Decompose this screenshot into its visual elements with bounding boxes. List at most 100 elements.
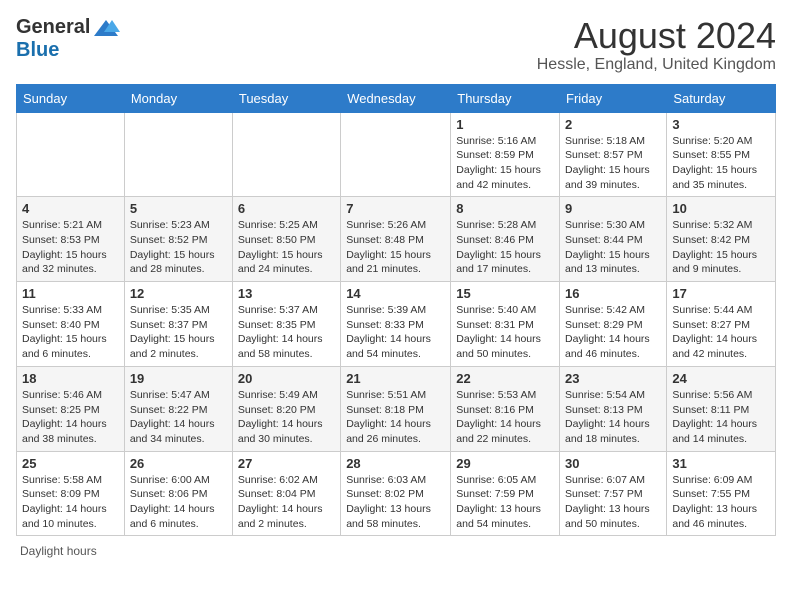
day-number: 3	[672, 117, 770, 132]
calendar-cell: 10Sunrise: 5:32 AM Sunset: 8:42 PM Dayli…	[667, 197, 776, 282]
day-number: 22	[456, 371, 554, 386]
day-info: Sunrise: 5:53 AM Sunset: 8:16 PM Dayligh…	[456, 388, 554, 447]
calendar-cell: 4Sunrise: 5:21 AM Sunset: 8:53 PM Daylig…	[17, 197, 125, 282]
calendar-cell: 13 Sunrise: 5:37 AM Sunset: 8:35 PM Dayli…	[232, 282, 340, 367]
day-number: 6	[238, 201, 335, 216]
day-number: 9	[565, 201, 661, 216]
day-number: 25	[22, 456, 119, 471]
calendar-cell: 20Sunrise: 5:49 AM Sunset: 8:20 PM Dayli…	[232, 366, 340, 451]
calendar-cell: 26Sunrise: 6:00 AM Sunset: 8:06 PM Dayli…	[124, 451, 232, 536]
weekday-header-monday: Monday	[124, 84, 232, 112]
calendar-cell: 27 Sunrise: 6:02 AM Sunset: 8:04 PM Dayli…	[232, 451, 340, 536]
calendar-cell: 15Sunrise: 5:40 AM Sunset: 8:31 PM Dayli…	[451, 282, 560, 367]
calendar-cell: 11Sunrise: 5:33 AM Sunset: 8:40 PM Dayli…	[17, 282, 125, 367]
calendar-cell: 5Sunrise: 5:23 AM Sunset: 8:52 PM Daylig…	[124, 197, 232, 282]
weekday-header-thursday: Thursday	[451, 84, 560, 112]
day-number: 27	[238, 456, 335, 471]
day-number: 28	[346, 456, 445, 471]
calendar-cell: 24 Sunrise: 5:56 AM Sunset: 8:11 PM Dayli…	[667, 366, 776, 451]
calendar-cell: 2Sunrise: 5:18 AM Sunset: 8:57 PM Daylig…	[560, 112, 667, 197]
header: General Blue August 2024 Hessle, England…	[16, 16, 776, 74]
calendar-cell: 17Sunrise: 5:44 AM Sunset: 8:27 PM Dayli…	[667, 282, 776, 367]
calendar-cell	[341, 112, 451, 197]
calendar-cell: 22 Sunrise: 5:53 AM Sunset: 8:16 PM Dayli…	[451, 366, 560, 451]
day-info: Sunrise: 5:40 AM Sunset: 8:31 PM Dayligh…	[456, 303, 554, 362]
day-info: Sunrise: 6:07 AM Sunset: 7:57 PM Dayligh…	[565, 473, 661, 532]
day-info: Sunrise: 5:26 AM Sunset: 8:48 PM Dayligh…	[346, 218, 445, 277]
calendar-cell: 19Sunrise: 5:47 AM Sunset: 8:22 PM Dayli…	[124, 366, 232, 451]
weekday-header-sunday: Sunday	[17, 84, 125, 112]
calendar-cell: 16 Sunrise: 5:42 AM Sunset: 8:29 PM Dayli…	[560, 282, 667, 367]
day-number: 18	[22, 371, 119, 386]
calendar-cell: 6 Sunrise: 5:25 AM Sunset: 8:50 PM Daylig…	[232, 197, 340, 282]
day-number: 17	[672, 286, 770, 301]
day-info: Sunrise: 5:58 AM Sunset: 8:09 PM Dayligh…	[22, 473, 119, 532]
day-info: Sunrise: 5:56 AM Sunset: 8:11 PM Dayligh…	[672, 388, 770, 447]
day-number: 13	[238, 286, 335, 301]
day-info: Sunrise: 5:37 AM Sunset: 8:35 PM Dayligh…	[238, 303, 335, 362]
day-number: 29	[456, 456, 554, 471]
month-year-heading: August 2024	[537, 16, 776, 56]
day-info: Sunrise: 5:30 AM Sunset: 8:44 PM Dayligh…	[565, 218, 661, 277]
day-info: Sunrise: 6:09 AM Sunset: 7:55 PM Dayligh…	[672, 473, 770, 532]
day-number: 30	[565, 456, 661, 471]
calendar-cell: 18 Sunrise: 5:46 AM Sunset: 8:25 PM Dayli…	[17, 366, 125, 451]
day-info: Sunrise: 5:46 AM Sunset: 8:25 PM Dayligh…	[22, 388, 119, 447]
day-number: 23	[565, 371, 661, 386]
day-info: Sunrise: 5:25 AM Sunset: 8:50 PM Dayligh…	[238, 218, 335, 277]
day-number: 8	[456, 201, 554, 216]
calendar-cell: 12Sunrise: 5:35 AM Sunset: 8:37 PM Dayli…	[124, 282, 232, 367]
day-info: Sunrise: 5:42 AM Sunset: 8:29 PM Dayligh…	[565, 303, 661, 362]
day-number: 5	[130, 201, 227, 216]
calendar-cell: 29 Sunrise: 6:05 AM Sunset: 7:59 PM Dayli…	[451, 451, 560, 536]
weekday-header-tuesday: Tuesday	[232, 84, 340, 112]
weekday-header-wednesday: Wednesday	[341, 84, 451, 112]
calendar-cell: 21Sunrise: 5:51 AM Sunset: 8:18 PM Dayli…	[341, 366, 451, 451]
calendar-cell: 23Sunrise: 5:54 AM Sunset: 8:13 PM Dayli…	[560, 366, 667, 451]
calendar-cell: 30 Sunrise: 6:07 AM Sunset: 7:57 PM Dayli…	[560, 451, 667, 536]
daylight-hours-label: Daylight hours	[20, 544, 97, 558]
day-info: Sunrise: 5:28 AM Sunset: 8:46 PM Dayligh…	[456, 218, 554, 277]
day-info: Sunrise: 5:21 AM Sunset: 8:53 PM Dayligh…	[22, 218, 119, 277]
day-number: 24	[672, 371, 770, 386]
weekday-header-saturday: Saturday	[667, 84, 776, 112]
day-info: Sunrise: 6:02 AM Sunset: 8:04 PM Dayligh…	[238, 473, 335, 532]
logo: General Blue	[16, 16, 120, 62]
calendar-cell: 31Sunrise: 6:09 AM Sunset: 7:55 PM Dayli…	[667, 451, 776, 536]
day-number: 19	[130, 371, 227, 386]
day-info: Sunrise: 5:16 AM Sunset: 8:59 PM Dayligh…	[456, 134, 554, 193]
calendar-cell: 8 Sunrise: 5:28 AM Sunset: 8:46 PM Daylig…	[451, 197, 560, 282]
day-number: 11	[22, 286, 119, 301]
calendar-cell	[17, 112, 125, 197]
day-info: Sunrise: 5:20 AM Sunset: 8:55 PM Dayligh…	[672, 134, 770, 193]
day-number: 16	[565, 286, 661, 301]
day-info: Sunrise: 5:39 AM Sunset: 8:33 PM Dayligh…	[346, 303, 445, 362]
calendar-cell: 14 Sunrise: 5:39 AM Sunset: 8:33 PM Dayli…	[341, 282, 451, 367]
day-info: Sunrise: 5:51 AM Sunset: 8:18 PM Dayligh…	[346, 388, 445, 447]
calendar-cell: 28Sunrise: 6:03 AM Sunset: 8:02 PM Dayli…	[341, 451, 451, 536]
calendar-cell: 1 Sunrise: 5:16 AM Sunset: 8:59 PM Daylig…	[451, 112, 560, 197]
day-number: 12	[130, 286, 227, 301]
calendar-cell: 7 Sunrise: 5:26 AM Sunset: 8:48 PM Daylig…	[341, 197, 451, 282]
weekday-header-friday: Friday	[560, 84, 667, 112]
calendar-cell	[232, 112, 340, 197]
day-info: Sunrise: 5:49 AM Sunset: 8:20 PM Dayligh…	[238, 388, 335, 447]
day-number: 26	[130, 456, 227, 471]
day-number: 10	[672, 201, 770, 216]
week-row-2: 4Sunrise: 5:21 AM Sunset: 8:53 PM Daylig…	[17, 197, 776, 282]
logo-blue-text: Blue	[16, 39, 59, 61]
day-number: 7	[346, 201, 445, 216]
week-row-4: 18 Sunrise: 5:46 AM Sunset: 8:25 PM Dayli…	[17, 366, 776, 451]
week-row-1: 1 Sunrise: 5:16 AM Sunset: 8:59 PM Daylig…	[17, 112, 776, 197]
week-row-3: 11Sunrise: 5:33 AM Sunset: 8:40 PM Dayli…	[17, 282, 776, 367]
day-number: 1	[456, 117, 554, 132]
day-info: Sunrise: 5:18 AM Sunset: 8:57 PM Dayligh…	[565, 134, 661, 193]
logo-icon	[92, 18, 120, 38]
day-number: 14	[346, 286, 445, 301]
weekday-header-row: SundayMondayTuesdayWednesdayThursdayFrid…	[17, 84, 776, 112]
calendar-cell: 9 Sunrise: 5:30 AM Sunset: 8:44 PM Daylig…	[560, 197, 667, 282]
calendar-cell: 3 Sunrise: 5:20 AM Sunset: 8:55 PM Daylig…	[667, 112, 776, 197]
logo-general-text: General	[16, 16, 90, 39]
day-info: Sunrise: 6:05 AM Sunset: 7:59 PM Dayligh…	[456, 473, 554, 532]
title-area: August 2024 Hessle, England, United King…	[537, 16, 776, 74]
